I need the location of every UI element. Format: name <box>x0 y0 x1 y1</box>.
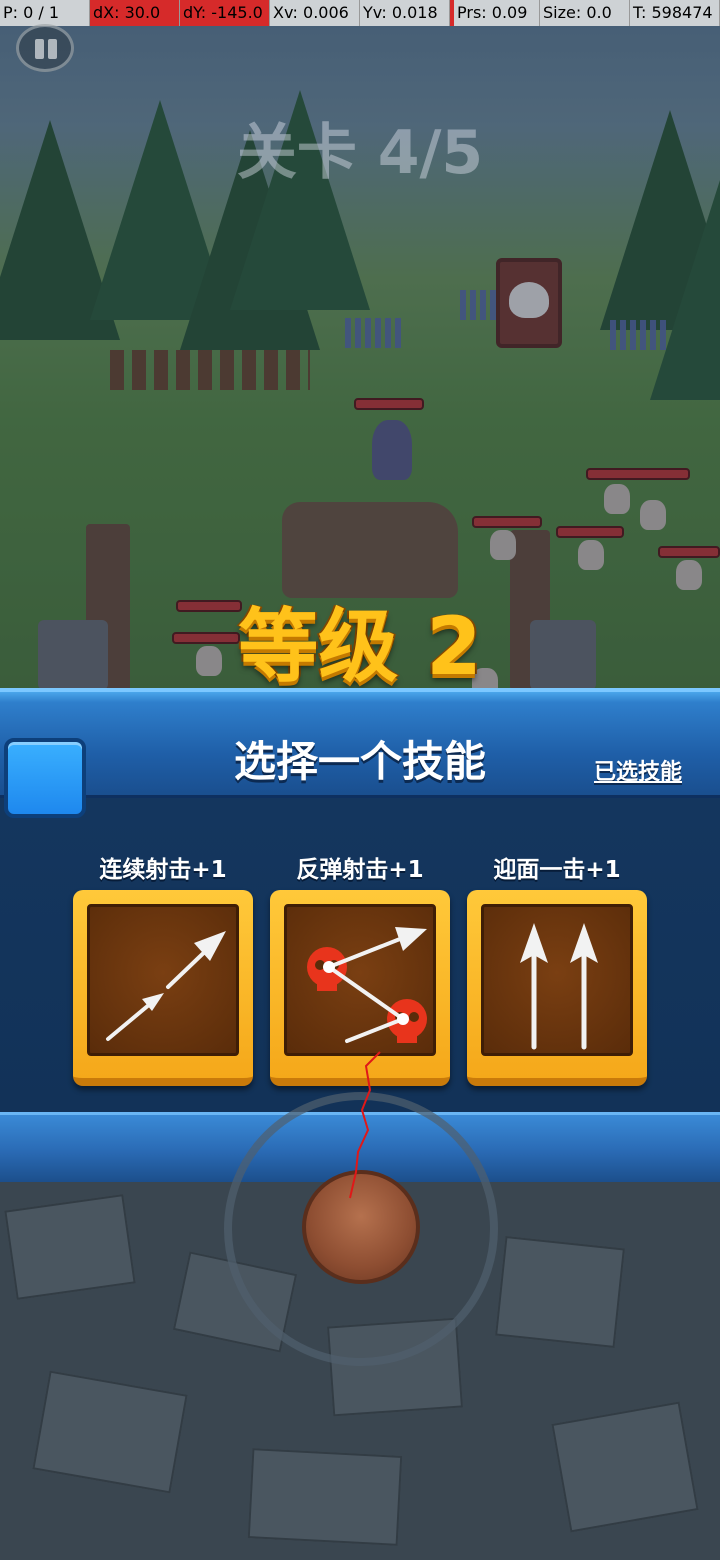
debug-pressure: Prs: 0.09 <box>450 0 540 26</box>
chosen-skills-link[interactable]: 已选技能 <box>594 754 694 786</box>
skill-card-inner <box>481 904 633 1056</box>
stage-indicator: 关卡 4/5 <box>236 118 484 188</box>
debug-pointer: P: 0 / 1 <box>0 0 90 26</box>
skill-card-multishot[interactable] <box>73 890 253 1086</box>
pause-icon <box>48 39 57 59</box>
skill-card-inner <box>284 904 436 1056</box>
floor-tile <box>551 1401 699 1533</box>
skill-card-front-arrow[interactable] <box>467 890 647 1086</box>
debug-dy: dY: -145.0 <box>180 0 270 26</box>
debug-dx: dX: 30.0 <box>90 0 180 26</box>
debug-time: T: 598474 <box>630 0 720 26</box>
level-up-title: 等级 2 <box>238 600 482 693</box>
floor-tile <box>495 1236 625 1348</box>
floor-tile <box>4 1194 136 1300</box>
skill-card-inner <box>87 904 239 1056</box>
double-arrow-icon <box>106 931 226 1041</box>
skill-label: 连续射击+1 <box>99 857 227 883</box>
pause-icon <box>35 39 44 59</box>
bounce-arrow-icon <box>307 927 427 1043</box>
skill-label: 反弹射击+1 <box>296 857 424 883</box>
front-arrows-icon <box>520 923 598 1050</box>
skill-card-bounce[interactable] <box>270 890 450 1086</box>
skill-label: 迎面一击+1 <box>493 857 621 883</box>
debug-size: Size: 0.0 <box>540 0 630 26</box>
debug-overlay: P: 0 / 1 dX: 30.0 dY: -145.0 Xv: 0.006 Y… <box>0 0 720 26</box>
floor-tile <box>247 1448 403 1546</box>
debug-yv: Yv: 0.018 <box>360 0 450 26</box>
floor-tile <box>32 1370 188 1494</box>
debug-xv: Xv: 0.006 <box>270 0 360 26</box>
pause-button[interactable] <box>16 24 74 72</box>
joystick-knob[interactable] <box>302 1170 420 1284</box>
